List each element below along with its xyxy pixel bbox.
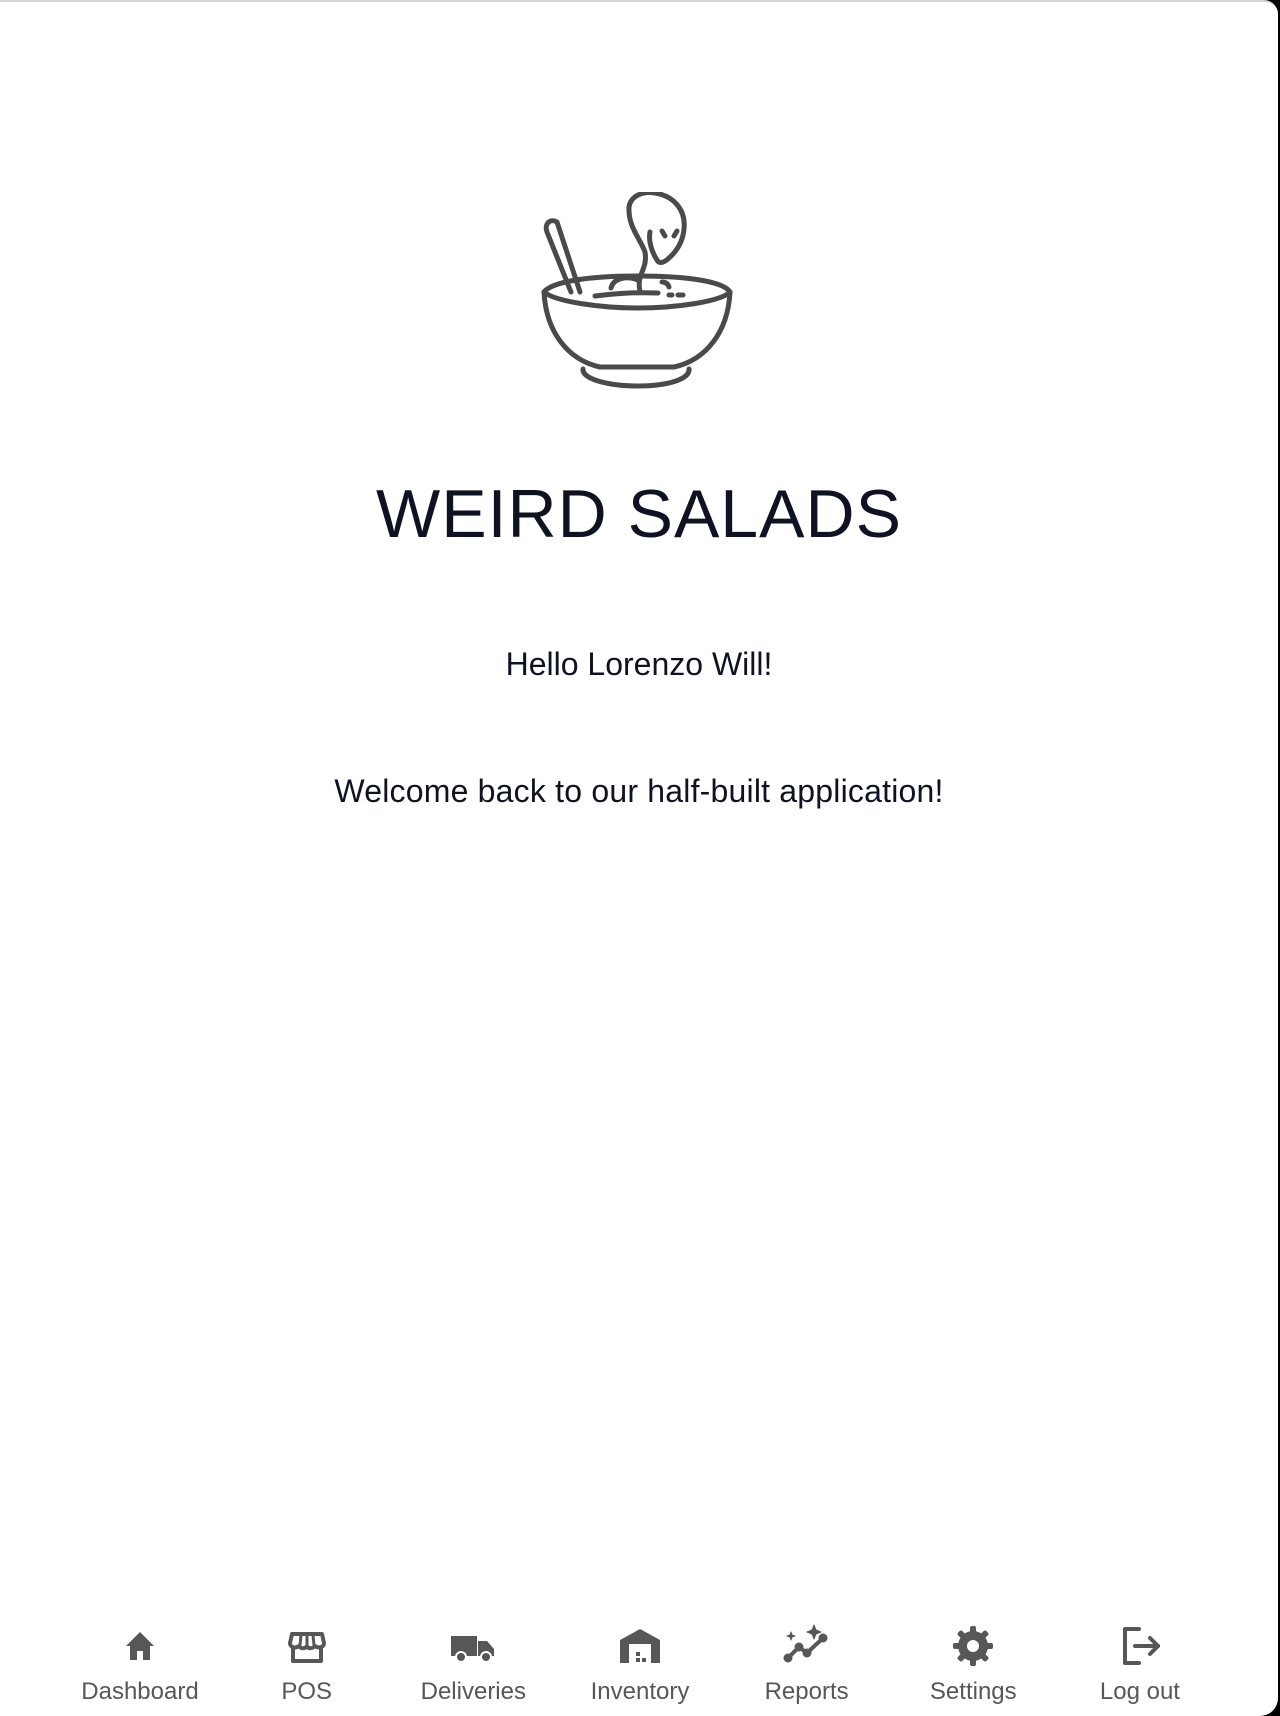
logout-icon [1116,1622,1164,1670]
greeting-text: Hello Lorenzo Will! [505,646,773,682]
nav-label-reports: Reports [764,1678,849,1705]
nav-item-pos[interactable]: POS [227,1614,387,1714]
nav-label-inventory: Inventory [590,1678,690,1705]
nav-item-logout[interactable]: Log out [1060,1614,1220,1714]
truck-icon [449,1622,497,1670]
nav-item-deliveries[interactable]: Deliveries [393,1614,553,1714]
nav-label-dashboard: Dashboard [81,1678,199,1705]
store-icon [283,1622,331,1670]
gear-icon [949,1622,997,1670]
snake-in-salad-bowl-icon [538,190,740,398]
app-screen: WEIRD SALADS Hello Lorenzo Will! Welcome… [0,0,1278,1716]
warehouse-icon [616,1622,664,1670]
nav-item-inventory[interactable]: Inventory [560,1614,720,1714]
sparkle-chart-icon [783,1622,831,1670]
bottom-navigation: Dashboard POS Deliveries Inventory Repor… [60,1614,1220,1714]
nav-label-pos: POS [281,1678,332,1705]
nav-item-dashboard[interactable]: Dashboard [60,1614,220,1714]
welcome-message: Welcome back to our half-built applicati… [334,773,944,809]
main-content: WEIRD SALADS Hello Lorenzo Will! Welcome… [0,2,1278,1582]
nav-label-settings: Settings [929,1678,1017,1705]
app-title: WEIRD SALADS [376,476,902,552]
nav-item-reports[interactable]: Reports [727,1614,887,1714]
nav-label-logout: Log out [1099,1678,1180,1705]
nav-item-settings[interactable]: Settings [893,1614,1053,1714]
home-icon [116,1622,164,1670]
nav-label-deliveries: Deliveries [420,1678,526,1705]
